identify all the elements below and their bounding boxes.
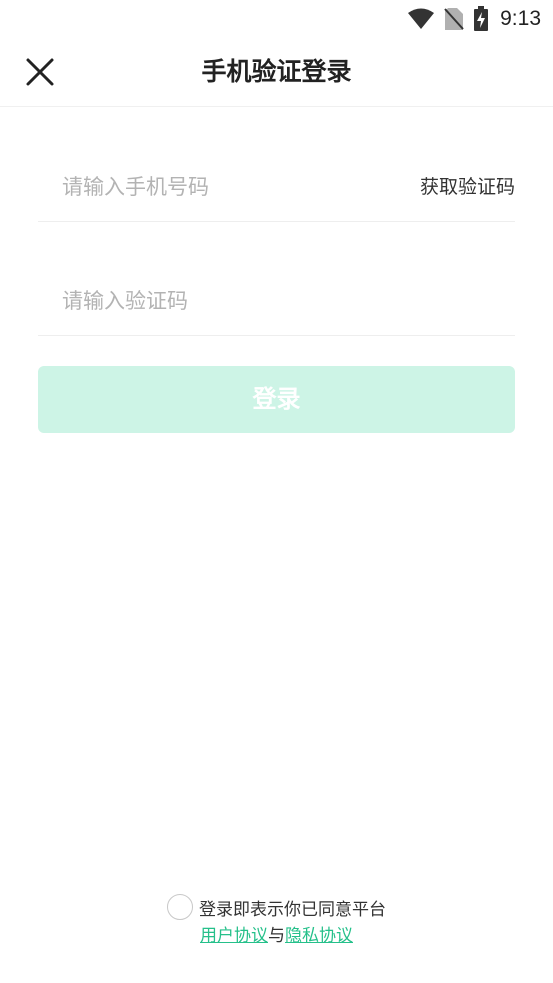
- privacy-agreement-link[interactable]: 隐私协议: [285, 926, 353, 946]
- agreement-text: 登录即表示你已同意平台: [199, 899, 386, 920]
- phone-field: 获取验证码: [38, 153, 515, 222]
- top-bar: 手机验证登录: [0, 38, 553, 107]
- status-bar: 9:13: [0, 0, 553, 38]
- get-code-button[interactable]: 获取验证码: [420, 153, 515, 221]
- verification-code-input[interactable]: [62, 267, 392, 335]
- agreement-conjunction: 与: [268, 926, 285, 946]
- battery-charging-icon: [474, 6, 489, 31]
- status-icons: 9:13: [407, 6, 541, 32]
- status-time: 9:13: [500, 7, 541, 30]
- agreement: 登录即表示你已同意平台 用户协议与隐私协议: [0, 892, 553, 949]
- wifi-icon: [408, 8, 435, 29]
- agreement-links: 用户协议与隐私协议: [0, 923, 553, 949]
- user-agreement-link[interactable]: 用户协议: [200, 926, 268, 946]
- no-sim-icon: [444, 8, 464, 30]
- agreement-checkbox[interactable]: [167, 894, 193, 920]
- login-button[interactable]: 登录: [38, 366, 515, 433]
- code-field: [38, 267, 515, 336]
- phone-input[interactable]: [62, 153, 392, 221]
- agreement-row: 登录即表示你已同意平台: [0, 892, 553, 922]
- page-title: 手机验证登录: [201, 57, 352, 86]
